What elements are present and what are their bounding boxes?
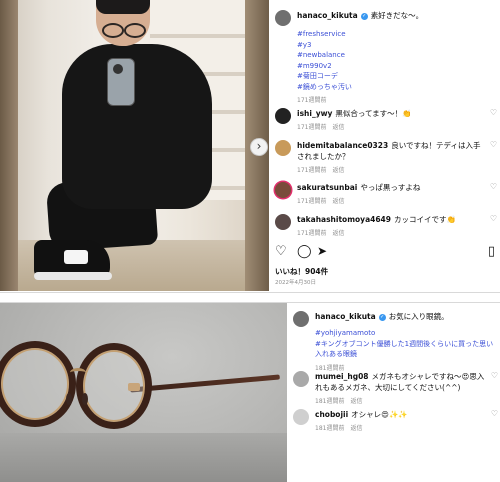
comment-like-icon[interactable]: ♡ <box>490 140 497 149</box>
reply-button[interactable]: 返信 <box>332 230 344 237</box>
nose-pad <box>66 393 72 405</box>
avatar[interactable] <box>293 371 309 387</box>
comment-user[interactable]: ishi_ywy <box>297 109 332 118</box>
comment-text: 黒似合ってます〜！👏 <box>335 109 412 118</box>
post-1-photo[interactable] <box>0 0 269 291</box>
caption: hanaco_kikuta ✓ お気に入り眼鏡。 #yohjiyamamoto #キ… <box>293 311 498 372</box>
heart-icon[interactable]: ♡ <box>275 244 287 259</box>
reply-button[interactable]: 返信 <box>332 124 344 131</box>
verified-icon: ✓ <box>360 12 368 20</box>
person-body <box>62 44 212 209</box>
post-2-photo[interactable] <box>0 303 287 482</box>
hashtag-list: #yohjiyamamoto #キングオブコント優勝した1週間後くらいに買った思… <box>315 328 498 360</box>
glasses-hinge <box>128 383 140 391</box>
caption: hanaco_kikuta ✓ 素好きだな〜。 #freshservice #y3 … <box>275 10 423 104</box>
comment: sakuratsunbai やっぱ黒っすよね 171週間前 返信 ♡ <box>275 182 497 205</box>
reply-button[interactable]: 返信 <box>332 198 344 205</box>
share-icon[interactable]: ➤ <box>317 244 327 258</box>
reply-button[interactable]: 返信 <box>350 398 362 405</box>
nose-pad <box>82 393 88 405</box>
post-date: 2022年4月30日 <box>275 280 316 286</box>
verified-icon: ✓ <box>378 313 386 321</box>
hashtag[interactable]: #m990v2 <box>297 61 423 72</box>
comment: chobojii オシャレ😍✨✨ 181週間前 返信 ♡ <box>293 409 498 432</box>
person-hair <box>96 0 150 14</box>
smartphone <box>107 58 135 106</box>
caption-text: 素好きだな〜。 <box>370 11 424 20</box>
timestamp: 181週間前 <box>315 425 345 432</box>
glasses-lens-left <box>0 341 76 427</box>
timestamp: 171週間前 <box>297 230 327 237</box>
comment: mumei_hg08 メガネもオシャレですね〜😍思入れもあるメガネ、大切にしてくだ… <box>293 371 498 405</box>
author-name[interactable]: hanaco_kikuta <box>315 312 376 321</box>
timestamp: 171週間前 <box>297 124 327 131</box>
table-surface <box>0 433 287 482</box>
comment-like-icon[interactable]: ♡ <box>490 214 497 223</box>
comment-like-icon[interactable]: ♡ <box>490 108 497 117</box>
post-2: hanaco_kikuta ✓ お気に入り眼鏡。 #yohjiyamamoto #キ… <box>0 302 500 482</box>
avatar[interactable] <box>275 10 291 26</box>
avatar[interactable] <box>275 214 291 230</box>
post-1-sidebar: hanaco_kikuta ✓ 素好きだな〜。 #freshservice #y3 … <box>275 0 497 292</box>
glasses-bridge <box>70 368 86 377</box>
action-bar: ♡ ◯ ➤ ▯ <box>275 244 497 260</box>
reply-button[interactable]: 返信 <box>350 425 362 432</box>
timestamp: 171週間前 <box>297 198 327 205</box>
comment-user[interactable]: chobojii <box>315 410 348 419</box>
person-glasses <box>100 23 146 38</box>
comment-text: オシャレ😍✨✨ <box>351 410 408 419</box>
comment-user[interactable]: takahashitomoya4649 <box>297 215 391 224</box>
hashtag[interactable]: #yohjiyamamoto <box>315 328 498 339</box>
sneaker-sole <box>34 272 112 280</box>
avatar[interactable] <box>293 311 309 327</box>
comment-like-icon[interactable]: ♡ <box>491 409 498 418</box>
comment-text: やっぱ黒っすよね <box>360 183 421 192</box>
avatar[interactable] <box>275 108 291 124</box>
mirror-frame-left <box>0 0 18 291</box>
hashtag[interactable]: #y3 <box>297 40 423 51</box>
hashtag[interactable]: #菊田コーデ <box>297 71 423 82</box>
comment-like-icon[interactable]: ♡ <box>491 371 498 380</box>
caption-text: お気に入り眼鏡。 <box>388 312 449 321</box>
glasses-lens-right <box>76 343 152 429</box>
comment-user[interactable]: mumei_hg08 <box>315 372 369 381</box>
hashtag[interactable]: #鏡めっちゃ汚い <box>297 82 423 93</box>
bookmark-icon[interactable]: ▯ <box>488 244 495 259</box>
timestamp: 171週間前 <box>297 97 327 104</box>
avatar[interactable] <box>275 140 291 156</box>
glasses-temple <box>130 374 280 393</box>
comment-icon[interactable]: ◯ <box>297 244 312 259</box>
avatar[interactable] <box>275 182 291 198</box>
timestamp: 171週間前 <box>297 167 327 174</box>
hashtag[interactable]: #キングオブコント優勝した1週間後くらいに買った思い入れある眼鏡 <box>315 339 498 360</box>
avatar[interactable] <box>293 409 309 425</box>
post-2-sidebar: hanaco_kikuta ✓ お気に入り眼鏡。 #yohjiyamamoto #キ… <box>293 303 498 482</box>
comment-user[interactable]: sakuratsunbai <box>297 183 357 192</box>
comment: takahashitomoya4649 カッコイイです👏 171週間前 返信 ♡ <box>275 214 497 237</box>
post-1: › hanaco_kikuta ✓ 素好きだな〜。 #freshservice #y… <box>0 0 500 293</box>
comment-like-icon[interactable]: ♡ <box>490 182 497 191</box>
author-name[interactable]: hanaco_kikuta <box>297 11 358 20</box>
reply-button[interactable]: 返信 <box>332 167 344 174</box>
like-count[interactable]: いいね！904件 <box>275 266 328 277</box>
comment: ishi_ywy 黒似合ってます〜！👏 171週間前 返信 ♡ <box>275 108 497 131</box>
comment-text: カッコイイです👏 <box>394 215 456 224</box>
chevron-right-icon[interactable]: › <box>250 138 268 156</box>
hashtag[interactable]: #freshservice <box>297 29 423 40</box>
comment-user[interactable]: hidemitabalance0323 <box>297 141 388 150</box>
comment: hidemitabalance0323 良いですね！テディは入手されましたか？ 1… <box>275 140 497 174</box>
hashtag-list: #freshservice #y3 #newbalance #m990v2 #菊… <box>297 29 423 92</box>
hashtag[interactable]: #newbalance <box>297 50 423 61</box>
timestamp: 181週間前 <box>315 398 345 405</box>
